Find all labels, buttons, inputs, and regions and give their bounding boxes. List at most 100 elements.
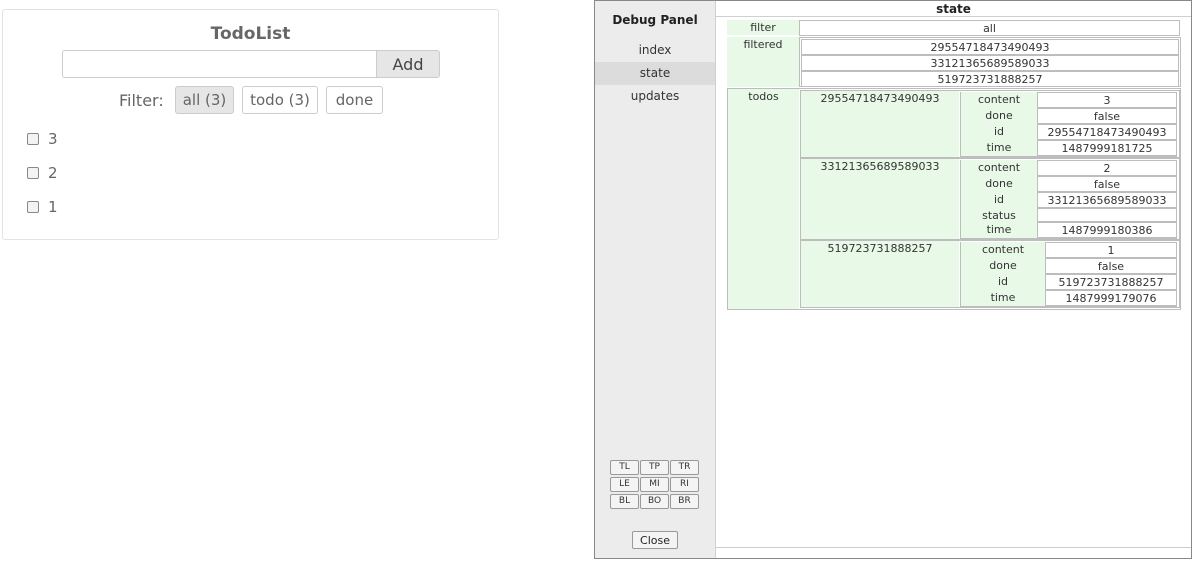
state-value-text: all bbox=[983, 22, 996, 35]
field-key: id bbox=[961, 124, 1037, 140]
state-value-text: 29554718473490493 bbox=[930, 41, 1050, 54]
field-key-label: done bbox=[985, 109, 1013, 122]
state-key-label: filter bbox=[750, 21, 776, 34]
field-key-label: done bbox=[989, 259, 1017, 272]
filter-all-button[interactable]: all (3) bbox=[175, 86, 234, 114]
field-value: false bbox=[1045, 258, 1177, 274]
todo-item: 3 bbox=[27, 130, 227, 150]
field-value: 519723731888257 bbox=[1045, 274, 1177, 290]
todo-entry-key: 33121365689589033 bbox=[801, 159, 959, 239]
state-value-text: 519723731888257 bbox=[937, 73, 1043, 86]
filtered-item: 33121365689589033 bbox=[801, 55, 1179, 71]
todo-checkbox[interactable] bbox=[27, 167, 39, 179]
field-key: done bbox=[961, 176, 1037, 192]
state-key-label: todos bbox=[748, 90, 779, 103]
state-value-filter: all bbox=[799, 20, 1180, 36]
field-value-text: false bbox=[1093, 178, 1121, 191]
position-bottom-left-button[interactable]: BL bbox=[610, 494, 639, 509]
filter-todo-button[interactable]: todo (3) bbox=[242, 86, 318, 114]
position-top-left-button[interactable]: TL bbox=[610, 460, 639, 475]
position-top-button[interactable]: TP bbox=[640, 460, 669, 475]
field-key: time bbox=[961, 140, 1037, 156]
add-button[interactable]: Add bbox=[376, 50, 440, 78]
todo-item: 2 bbox=[27, 164, 227, 184]
field-value: 1487999180386 bbox=[1037, 222, 1177, 238]
state-key-todos: todos bbox=[728, 89, 799, 309]
todo-text: 3 bbox=[48, 130, 58, 148]
debug-panel: Debug Panel index state updates TL TP TR… bbox=[594, 0, 1192, 559]
field-key: content bbox=[961, 160, 1037, 176]
field-value: false bbox=[1037, 176, 1177, 192]
field-key-label: content bbox=[977, 93, 1021, 106]
field-key-label: id bbox=[993, 125, 1005, 138]
field-key: status bbox=[961, 208, 1037, 222]
debug-nav-updates[interactable]: updates bbox=[595, 85, 715, 108]
state-key-filter: filter bbox=[727, 20, 799, 35]
position-top-right-button[interactable]: TR bbox=[670, 460, 699, 475]
position-middle-button[interactable]: MI bbox=[640, 477, 669, 492]
filter-label: Filter: bbox=[119, 91, 164, 110]
todo-entry-key: 29554718473490493 bbox=[801, 91, 959, 157]
field-key: id bbox=[961, 274, 1045, 290]
field-value: 29554718473490493 bbox=[1037, 124, 1177, 140]
state-value-text: 33121365689589033 bbox=[930, 57, 1050, 70]
state-view: state filter all filtered 29554718473490… bbox=[716, 1, 1191, 548]
field-key: done bbox=[961, 108, 1037, 124]
position-bottom-right-button[interactable]: BR bbox=[670, 494, 699, 509]
field-key-label: time bbox=[986, 223, 1012, 236]
todo-checkbox[interactable] bbox=[27, 133, 39, 145]
field-value-text: 3 bbox=[1103, 94, 1111, 107]
field-value-text: 519723731888257 bbox=[1058, 276, 1164, 289]
field-value: 2 bbox=[1037, 160, 1177, 176]
field-key: content bbox=[961, 92, 1037, 108]
state-key-label: 519723731888257 bbox=[827, 242, 933, 255]
app-title: TodoList bbox=[210, 24, 291, 44]
position-bottom-button[interactable]: BO bbox=[640, 494, 669, 509]
field-value: 33121365689589033 bbox=[1037, 192, 1177, 208]
field-key-label: id bbox=[997, 275, 1009, 288]
filtered-item: 29554718473490493 bbox=[801, 39, 1179, 55]
state-key-filtered: filtered bbox=[727, 37, 799, 87]
field-key-label: done bbox=[985, 177, 1013, 190]
todo-app-panel: TodoList Add Filter: all (3) todo (3) do… bbox=[2, 9, 499, 240]
todo-text: 2 bbox=[48, 164, 58, 182]
field-key: done bbox=[961, 258, 1045, 274]
state-view-title: state bbox=[716, 1, 1191, 17]
field-value-text: 1487999180386 bbox=[1061, 224, 1153, 237]
filter-done-button[interactable]: done bbox=[326, 86, 383, 114]
field-value-text: 1 bbox=[1107, 244, 1115, 257]
todo-entry-key: 519723731888257 bbox=[801, 241, 959, 307]
field-value-text: 1487999181725 bbox=[1061, 142, 1153, 155]
todo-checkbox[interactable] bbox=[27, 201, 39, 213]
field-key-label: time bbox=[986, 141, 1012, 154]
state-key-label: filtered bbox=[743, 38, 783, 51]
field-key: time bbox=[961, 290, 1045, 306]
field-key-label: time bbox=[990, 291, 1016, 304]
field-value: 3 bbox=[1037, 92, 1177, 108]
new-todo-input[interactable] bbox=[62, 50, 377, 78]
field-key: time bbox=[961, 222, 1037, 238]
position-right-button[interactable]: RI bbox=[670, 477, 699, 492]
field-key-label: content bbox=[977, 161, 1021, 174]
state-key-label: 33121365689589033 bbox=[820, 160, 940, 173]
field-value-text: 1487999179076 bbox=[1065, 292, 1157, 305]
todo-item: 1 bbox=[27, 198, 227, 218]
field-key-label: content bbox=[981, 243, 1025, 256]
field-value: 1487999179076 bbox=[1045, 290, 1177, 306]
debug-panel-title: Debug Panel bbox=[612, 13, 698, 27]
debug-nav-state[interactable]: state bbox=[595, 62, 715, 85]
field-value-text: false bbox=[1093, 110, 1121, 123]
field-value: false bbox=[1037, 108, 1177, 124]
debug-nav-index[interactable]: index bbox=[595, 39, 715, 62]
close-button[interactable]: Close bbox=[632, 531, 678, 549]
field-value-text: 2 bbox=[1103, 162, 1111, 175]
field-key: content bbox=[961, 242, 1045, 258]
field-value: 1487999181725 bbox=[1037, 140, 1177, 156]
position-left-button[interactable]: LE bbox=[610, 477, 639, 492]
field-key: id bbox=[961, 192, 1037, 208]
field-value-text: false bbox=[1097, 260, 1125, 273]
field-value-text: 33121365689589033 bbox=[1047, 194, 1167, 207]
filtered-item: 519723731888257 bbox=[801, 71, 1179, 87]
todo-text: 1 bbox=[48, 198, 58, 216]
field-value: 1 bbox=[1045, 242, 1177, 258]
